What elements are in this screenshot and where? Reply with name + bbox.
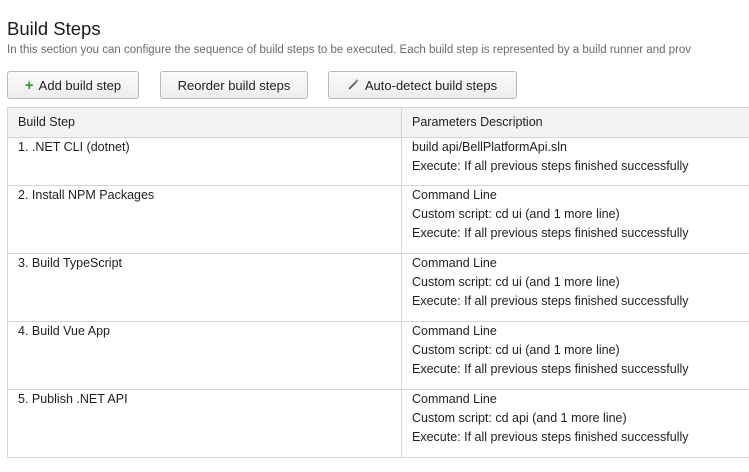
param-line: Execute: If all previous steps finished … [412, 226, 689, 240]
table-row[interactable]: 4. Build Vue App Command Line Custom scr… [7, 321, 749, 390]
param-line: Command Line [412, 392, 497, 406]
auto-detect-build-steps-label: Auto-detect build steps [364, 77, 498, 93]
build-step-name[interactable]: 3. Build TypeScript [7, 253, 402, 322]
param-line: Command Line [412, 256, 497, 270]
magic-wand-icon [348, 78, 360, 92]
auto-detect-build-steps-button[interactable]: Auto-detect build steps [328, 71, 517, 99]
table-row[interactable]: 3. Build TypeScript Command Line Custom … [7, 253, 749, 322]
param-line: Custom script: cd ui (and 1 more line) [412, 207, 620, 221]
plus-icon: + [24, 76, 34, 94]
table-row[interactable]: 1. .NET CLI (dotnet) build api/BellPlatf… [7, 137, 749, 186]
parameters-description[interactable]: Command Line Custom script: cd ui (and 1… [401, 253, 749, 322]
param-line: Execute: If all previous steps finished … [412, 430, 689, 444]
param-line: Execute: If all previous steps finished … [412, 159, 689, 173]
build-step-name[interactable]: 1. .NET CLI (dotnet) [7, 137, 402, 186]
build-step-name[interactable]: 5. Publish .NET API [7, 389, 402, 458]
parameters-description[interactable]: build api/BellPlatformApi.sln Execute: I… [401, 137, 749, 186]
add-build-step-button[interactable]: + Add build step [7, 71, 139, 99]
page-title: Build Steps [7, 18, 101, 39]
column-header-build-step: Build Step [7, 107, 402, 138]
build-step-name[interactable]: 2. Install NPM Packages [7, 185, 402, 254]
param-line: Custom script: cd ui (and 1 more line) [412, 275, 620, 289]
build-step-name[interactable]: 4. Build Vue App [7, 321, 402, 390]
table-header-row: Build Step Parameters Description [7, 107, 749, 138]
parameters-description[interactable]: Command Line Custom script: cd ui (and 1… [401, 321, 749, 390]
param-line: Custom script: cd ui (and 1 more line) [412, 343, 620, 357]
build-steps-table: Build Step Parameters Description 1. .NE… [7, 107, 749, 458]
param-line: Command Line [412, 188, 497, 202]
table-row[interactable]: 2. Install NPM Packages Command Line Cus… [7, 185, 749, 254]
build-steps-page: Build Steps In this section you can conf… [0, 0, 749, 472]
param-line: Execute: If all previous steps finished … [412, 294, 689, 308]
param-line: Execute: If all previous steps finished … [412, 362, 689, 376]
param-line: Custom script: cd api (and 1 more line) [412, 411, 627, 425]
param-line: Command Line [412, 324, 497, 338]
parameters-description[interactable]: Command Line Custom script: cd api (and … [401, 389, 749, 458]
param-line: build api/BellPlatformApi.sln [412, 140, 567, 154]
parameters-description[interactable]: Command Line Custom script: cd ui (and 1… [401, 185, 749, 254]
section-description: In this section you can configure the se… [7, 44, 692, 56]
add-build-step-label: Add build step [38, 77, 122, 93]
column-header-parameters-description: Parameters Description [401, 107, 749, 138]
reorder-build-steps-button[interactable]: Reorder build steps [160, 71, 308, 99]
table-row[interactable]: 5. Publish .NET API Command Line Custom … [7, 389, 749, 458]
reorder-build-steps-label: Reorder build steps [177, 77, 291, 93]
